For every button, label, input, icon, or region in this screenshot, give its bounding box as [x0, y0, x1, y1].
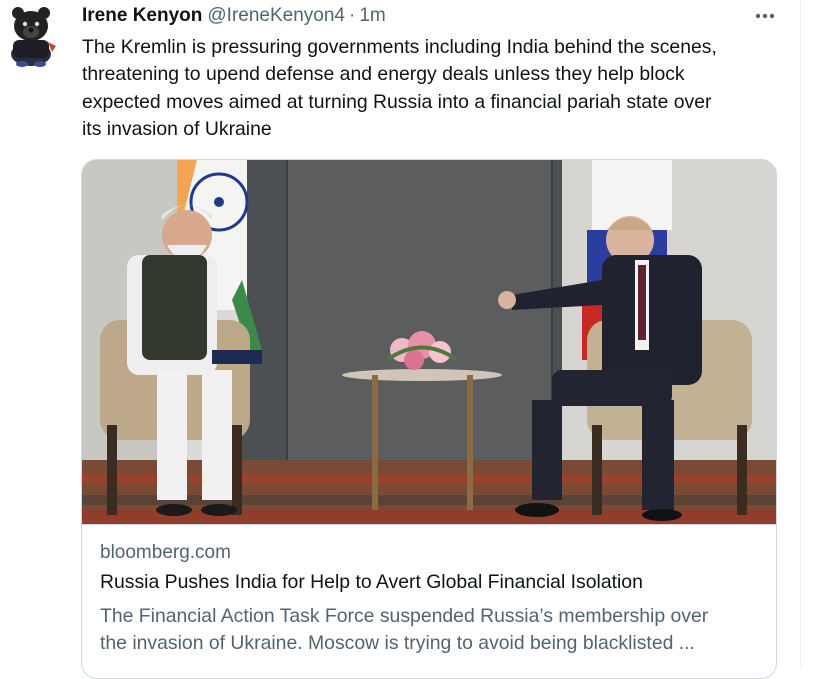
separator-dot: · [348, 5, 356, 26]
timestamp[interactable]: 1m [359, 5, 385, 27]
link-description[interactable]: The Financial Action Task Force suspende… [100, 603, 770, 658]
link-title[interactable]: Russia Pushes India for Help to Avert Gl… [100, 571, 643, 594]
tweet-header: Irene Kenyon @IreneKenyon4 · 1m [82, 4, 386, 28]
more-options-button[interactable] [752, 6, 778, 26]
card-divider [82, 524, 776, 525]
tweet-text: The Kremlin is pressuring governments in… [82, 36, 717, 140]
news-photo [82, 160, 776, 524]
link-card-image[interactable] [82, 160, 776, 524]
more-horizontal-icon [755, 13, 775, 19]
link-domain[interactable]: bloomberg.com [100, 542, 231, 564]
column-border [800, 0, 801, 668]
author-name[interactable]: Irene Kenyon [82, 5, 202, 27]
tweet[interactable]: Irene Kenyon @IreneKenyon4 · 1m The Krem… [0, 0, 800, 679]
author-handle[interactable]: @IreneKenyon4 [207, 5, 345, 27]
link-card[interactable]: bloomberg.com Russia Pushes India for He… [81, 159, 777, 679]
avatar-bear-image [11, 7, 56, 67]
avatar[interactable] [2, 2, 60, 68]
